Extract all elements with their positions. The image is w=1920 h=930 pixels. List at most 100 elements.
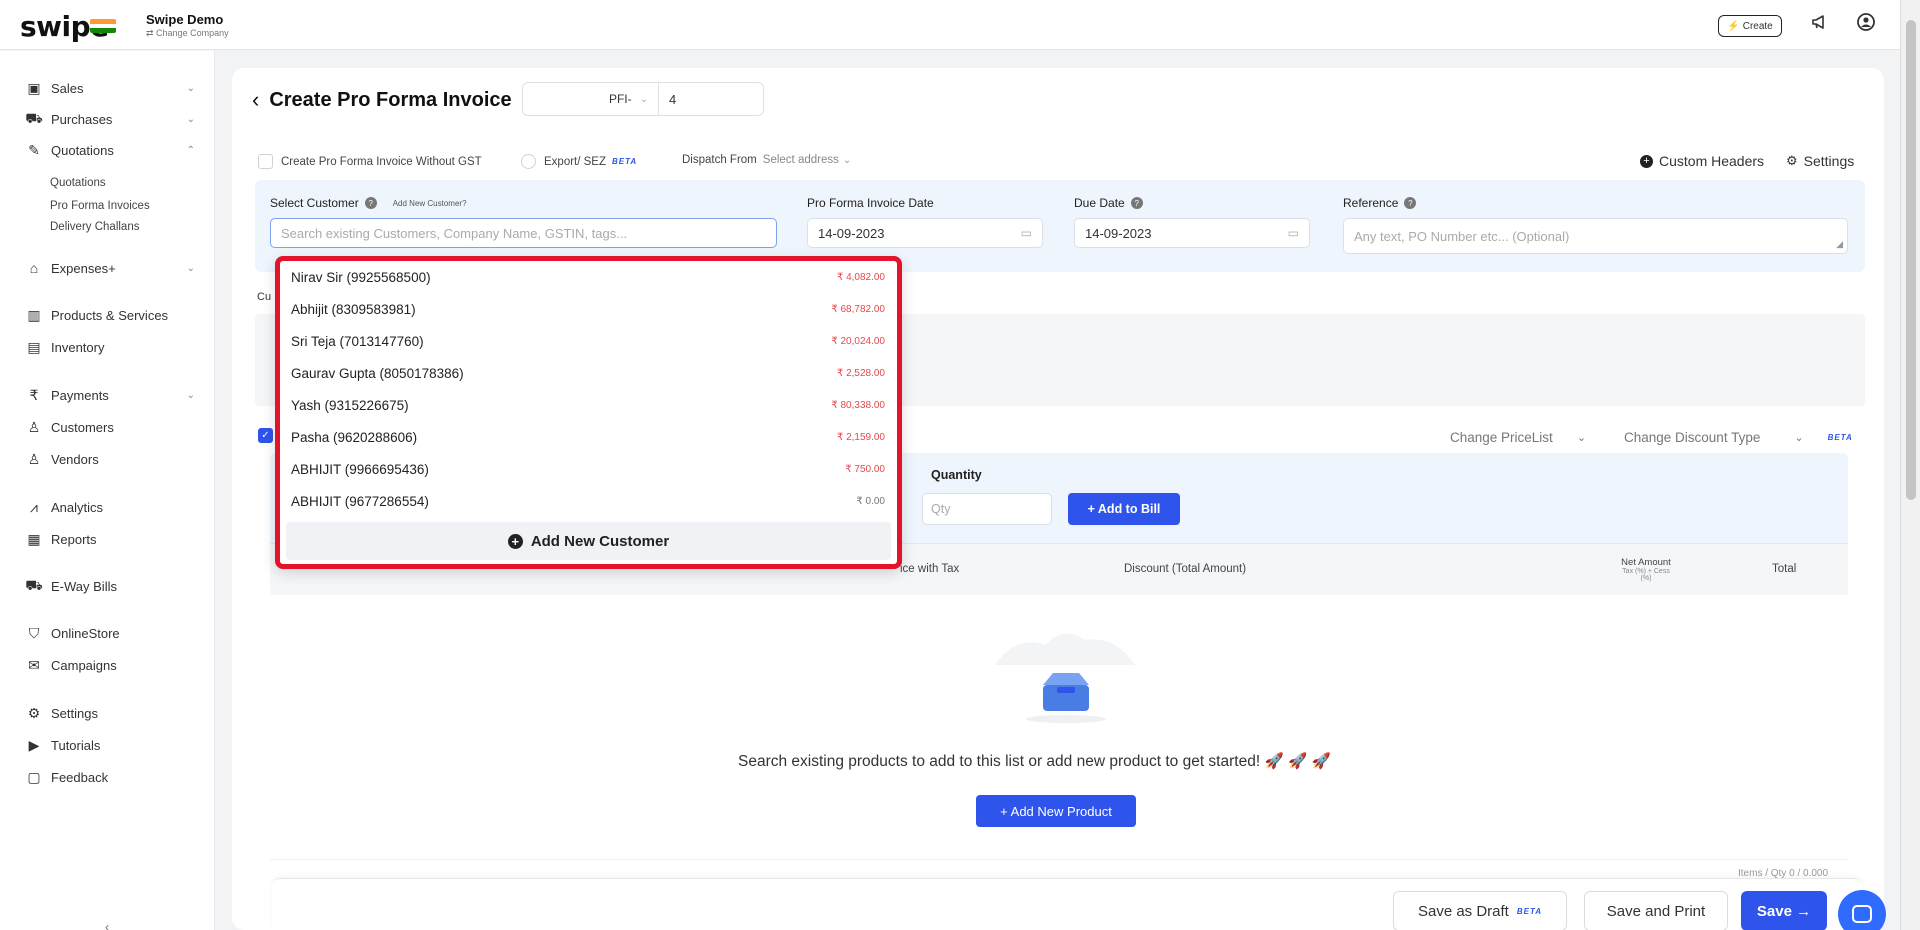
back-arrow-icon[interactable]: ‹ <box>252 87 259 113</box>
save-as-draft-label: Save as Draft <box>1417 902 1509 920</box>
customer-option[interactable]: Sri Teja (7013147760) ₹ 20,024.00 <box>280 325 897 357</box>
add-new-product-button[interactable]: + Add New Product <box>976 795 1136 827</box>
sidebar-item-label: Products & Services <box>51 308 169 323</box>
add-to-bill-button[interactable]: + Add to Bill <box>1068 493 1180 525</box>
sidebar-item-label: Tutorials <box>51 738 101 753</box>
sidebar-item-label: OnlineStore <box>51 626 120 641</box>
sidebar-sub-delivery-challans[interactable]: Delivery Challans <box>50 221 139 233</box>
prefix-value: PFI- <box>608 92 632 106</box>
custom-headers-link[interactable]: + Custom Headers <box>1640 153 1764 169</box>
customer-option[interactable]: Gaurav Gupta (8050178386) ₹ 2,528.00 <box>280 357 897 389</box>
sidebar-item-analytics[interactable]: ⩘ Analytics <box>25 499 195 516</box>
chevron-down-icon: ⌄ <box>186 83 195 94</box>
empty-state-text: Search existing products to add to this … <box>738 753 1261 770</box>
cart-icon: ⛟ <box>25 110 43 126</box>
add-new-customer-label: Add New Customer <box>530 532 670 550</box>
invoice-number-input[interactable]: 4 <box>659 83 676 115</box>
due-date-input[interactable]: 14-09-2023 ▭ <box>1074 218 1310 248</box>
invoice-date-value: 14-09-2023 <box>818 225 885 241</box>
export-sez-toggle[interactable] <box>521 154 536 169</box>
due-date-text: Due Date <box>1074 196 1125 210</box>
invoice-date-label: Pro Forma Invoice Date <box>807 196 934 210</box>
sidebar-item-expenses[interactable]: ⌂ Expenses+ ⌄ <box>25 260 195 276</box>
sidebar-item-feedback[interactable]: ▢ Feedback <box>25 769 195 786</box>
sidebar-item-sales[interactable]: ▣ Sales ⌄ <box>25 80 195 97</box>
customer-dropdown: Nirav Sir (9925568500) ₹ 4,082.00 Abhiji… <box>275 256 902 569</box>
reference-text: Reference <box>1343 196 1399 210</box>
col-net-amount-label: Net Amount <box>1621 557 1671 568</box>
sidebar-item-purchases[interactable]: ⛟ Purchases ⌄ <box>25 110 195 129</box>
customer-option[interactable]: Abhijit (8309583981) ₹ 68,782.00 <box>280 293 897 325</box>
scrollbar-thumb[interactable] <box>1906 20 1916 500</box>
sidebar-item-payments[interactable]: ₹ Payments ⌄ <box>25 387 195 404</box>
sidebar-item-eway-bills[interactable]: ⛟ E-Way Bills <box>25 577 195 596</box>
change-discount-dropdown[interactable]: Change Discount Type ⌄ BETA <box>1624 430 1853 445</box>
save-and-print-button[interactable]: Save and Print <box>1584 891 1728 930</box>
chevron-down-icon: ⌄ <box>639 93 648 105</box>
sidebar-item-reports[interactable]: ▦ Reports <box>25 531 195 548</box>
invoice-date-input[interactable]: 14-09-2023 ▭ <box>807 218 1043 248</box>
change-company-link[interactable]: ⇄ Change Company <box>146 28 229 39</box>
save-as-draft-button[interactable]: Save as Draft BETA <box>1393 891 1567 930</box>
settings-link[interactable]: ⚙ Settings <box>1786 153 1854 169</box>
customer-option[interactable]: Pasha (9620288606) ₹ 2,159.00 <box>280 421 897 453</box>
sidebar-item-products-services[interactable]: ▥ Products & Services <box>25 307 195 324</box>
top-bar: swipe Swipe Demo ⇄ Change Company ⚡ Crea… <box>0 0 1900 50</box>
select-customer-text: Select Customer <box>270 196 359 210</box>
customer-option[interactable]: ABHIJIT (9677286554) ₹ 0.00 <box>280 485 897 517</box>
customer-option[interactable]: Yash (9315226675) ₹ 80,338.00 <box>280 389 897 421</box>
customer-option[interactable]: Nirav Sir (9925568500) ₹ 4,082.00 <box>280 261 897 293</box>
calendar-icon: ▭ <box>1287 226 1299 240</box>
sidebar-item-onlinestore[interactable]: ⛉ OnlineStore <box>25 625 195 642</box>
sidebar-item-campaigns[interactable]: ✉ Campaigns <box>25 657 195 674</box>
add-new-customer-link[interactable]: Add New Customer? <box>393 199 467 208</box>
select-address-dropdown[interactable]: Select address <box>763 154 839 166</box>
sidebar-item-label: Settings <box>51 706 98 721</box>
sidebar: ▣ Sales ⌄ ⛟ Purchases ⌄ ✎ Quotations ⌃ Q… <box>0 51 215 930</box>
play-icon: ▶ <box>28 737 40 753</box>
invoice-number-field[interactable]: PFI- ⌄ 4 <box>522 82 764 116</box>
customer-option-name: Gaurav Gupta (8050178386) <box>291 365 464 381</box>
sidebar-item-tutorials[interactable]: ▶ Tutorials <box>25 737 195 754</box>
user-account-icon[interactable] <box>1856 12 1876 38</box>
quantity-input[interactable]: Qty <box>922 493 1052 525</box>
change-pricelist-dropdown[interactable]: Change PriceList ⌄ <box>1450 430 1586 445</box>
company-switcher[interactable]: Swipe Demo ⇄ Change Company <box>146 12 229 39</box>
sidebar-collapse-icon[interactable]: ‹ <box>105 920 109 930</box>
sidebar-item-vendors[interactable]: ♙ Vendors <box>25 451 195 468</box>
create-button[interactable]: ⚡ Create <box>1718 15 1782 37</box>
export-sez-option[interactable]: Export/ SEZ BETA <box>521 154 637 169</box>
due-date-label: Due Date ? <box>1074 196 1143 210</box>
inventory-icon: ▤ <box>27 339 41 355</box>
resize-handle-icon[interactable]: ◢ <box>1836 239 1843 250</box>
report-icon: ▦ <box>27 531 41 547</box>
page-scrollbar[interactable] <box>1900 0 1920 930</box>
customer-option[interactable]: ABHIJIT (9966695436) ₹ 750.00 <box>280 453 897 485</box>
sidebar-item-quotations[interactable]: ✎ Quotations ⌃ <box>25 142 195 159</box>
sidebar-item-label: Customers <box>51 420 114 435</box>
sidebar-sub-pro-forma-invoices[interactable]: Pro Forma Invoices <box>50 200 150 212</box>
beta-badge: BETA <box>612 157 638 166</box>
sidebar-sub-quotations[interactable]: Quotations <box>50 177 106 189</box>
megaphone-icon[interactable] <box>1810 12 1830 38</box>
chevron-down-icon: ⌄ <box>186 390 195 401</box>
save-button[interactable]: Save → <box>1741 891 1827 930</box>
chat-support-button[interactable] <box>1838 890 1886 930</box>
change-discount-label: Change Discount Type <box>1624 430 1761 445</box>
reference-input[interactable]: Any text, PO Number etc... (Optional) ◢ <box>1343 218 1848 254</box>
prefix-select[interactable]: PFI- ⌄ <box>523 83 659 115</box>
sidebar-item-customers[interactable]: ♙ Customers <box>25 419 195 436</box>
without-gst-checkbox[interactable] <box>258 154 273 169</box>
customer-search-input[interactable]: Search existing Customers, Company Name,… <box>270 218 777 248</box>
quantity-label: Quantity <box>931 468 982 482</box>
gear-icon: ⚙ <box>27 705 41 721</box>
customer-option-name: Nirav Sir (9925568500) <box>291 269 431 285</box>
without-gst-option[interactable]: Create Pro Forma Invoice Without GST <box>258 154 482 169</box>
chat-icon <box>1852 905 1872 923</box>
customer-option-name: Yash (9315226675) <box>291 397 409 413</box>
add-new-customer-button[interactable]: + Add New Customer <box>286 522 891 560</box>
customer-option-name: Abhijit (8309583981) <box>291 301 416 317</box>
users-icon: ♙ <box>27 451 41 467</box>
sidebar-item-inventory[interactable]: ▤ Inventory <box>25 339 195 356</box>
sidebar-item-settings[interactable]: ⚙ Settings <box>25 705 195 722</box>
